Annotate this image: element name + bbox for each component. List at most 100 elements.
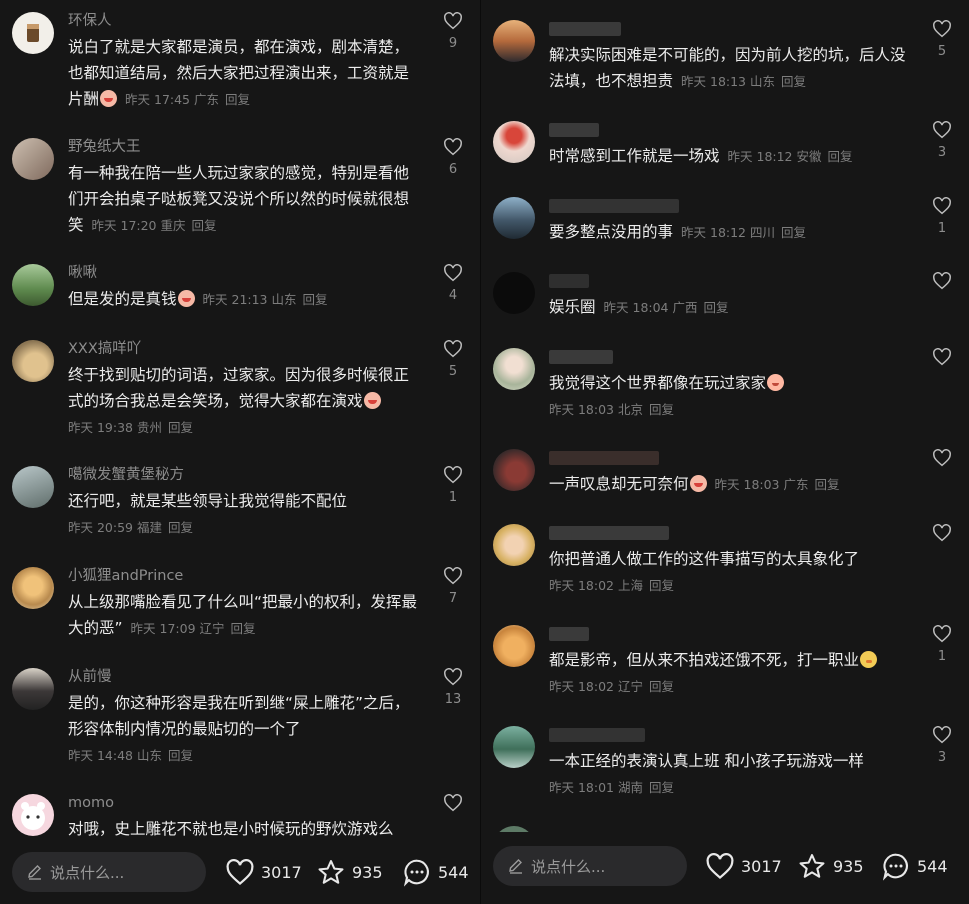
reply-link[interactable]: 回复 — [649, 679, 674, 694]
reply-link[interactable]: 回复 — [168, 420, 193, 435]
avatar[interactable] — [12, 340, 54, 382]
avatar[interactable] — [493, 20, 535, 62]
like-button[interactable]: 5 — [438, 340, 468, 379]
reply-link[interactable]: 回复 — [649, 402, 674, 417]
commenter-name[interactable]: 小狐狸andPrince — [68, 565, 424, 587]
comment-input[interactable]: 说点什么... — [493, 846, 687, 886]
heart-icon — [444, 138, 462, 156]
comment-text: 娱乐圈 昨天 18:04 广西 回复 — [549, 298, 729, 316]
star-icon — [318, 859, 344, 884]
avatar[interactable] — [493, 524, 535, 566]
reply-link[interactable]: 回复 — [781, 225, 806, 240]
like-button[interactable]: 1 — [927, 625, 957, 664]
reply-link[interactable]: 回复 — [168, 520, 193, 535]
like-total-button[interactable]: 3017 — [705, 850, 782, 882]
like-button[interactable]: 6 — [438, 138, 468, 177]
commenter-name-blurred[interactable] — [549, 195, 913, 217]
like-button[interactable]: 7 — [438, 567, 468, 606]
reply-link[interactable]: 回复 — [231, 621, 256, 636]
avatar[interactable] — [12, 794, 54, 836]
commenter-name-blurred[interactable] — [549, 119, 913, 141]
commenter-name[interactable]: XXX搞咩吖 — [68, 338, 424, 360]
like-total-count: 3017 — [261, 862, 302, 882]
reply-link[interactable]: 回复 — [781, 74, 806, 89]
commenter-name-blurred[interactable] — [549, 346, 913, 368]
comment-text: 有一种我在陪一些人玩过家家的感觉，特别是看他们开会拍桌子哒板凳又没说个所以然的时… — [68, 164, 410, 234]
commenter-name-blurred[interactable] — [549, 270, 913, 292]
reply-link[interactable]: 回复 — [168, 748, 193, 763]
face-emoji-icon — [767, 374, 785, 391]
avatar[interactable] — [12, 264, 54, 306]
heart-icon — [706, 852, 734, 879]
commenter-name[interactable]: 从前慢 — [68, 666, 424, 688]
like-button[interactable]: 3 — [927, 726, 957, 765]
comment-total-button[interactable]: 544 — [881, 850, 948, 882]
avatar[interactable] — [493, 625, 535, 667]
comment-text: 我觉得这个世界都像在玩过家家 — [549, 370, 913, 396]
commenter-name[interactable]: 环保人 — [68, 10, 424, 32]
commenter-name-blurred[interactable] — [549, 623, 913, 645]
like-button[interactable] — [927, 524, 957, 542]
avatar[interactable] — [12, 567, 54, 609]
avatar[interactable] — [12, 668, 54, 710]
comment-input-placeholder: 说点什么... — [531, 858, 606, 876]
heart-icon — [444, 340, 462, 358]
avatar[interactable] — [493, 272, 535, 314]
comment-text: 终于找到贴切的词语，过家家。因为很多时候很正式的场合我总是会笑场，觉得大家都在演… — [68, 366, 410, 410]
avatar[interactable] — [493, 726, 535, 768]
pencil-icon — [509, 859, 522, 874]
reply-link[interactable]: 回复 — [649, 578, 674, 593]
commenter-name[interactable]: momo — [68, 792, 424, 814]
heart-icon — [933, 726, 951, 744]
like-total-button[interactable]: 3017 — [225, 856, 302, 888]
like-button[interactable]: 3 — [927, 121, 957, 160]
like-button[interactable]: 1 — [927, 197, 957, 236]
avatar[interactable] — [493, 121, 535, 163]
comment-text: 但是发的是真钱 昨天 21:13 山东 回复 — [68, 290, 328, 308]
like-button[interactable]: 1 — [438, 466, 468, 505]
like-button[interactable] — [927, 272, 957, 290]
commenter-name-blurred[interactable] — [549, 18, 913, 40]
like-button[interactable] — [927, 348, 957, 366]
comment-text: 都是影帝，但从来不拍戏还饿不死，打一职业 — [549, 647, 913, 673]
reply-link[interactable]: 回复 — [649, 780, 674, 795]
reply-link[interactable]: 回复 — [815, 477, 840, 492]
commenter-name-blurred[interactable] — [549, 447, 913, 469]
like-button[interactable]: 9 — [438, 12, 468, 51]
favorite-count: 935 — [833, 856, 864, 876]
comment-total-count: 544 — [438, 862, 469, 882]
avatar[interactable] — [12, 466, 54, 508]
like-count: 5 — [937, 44, 947, 59]
comment-meta: 昨天 20:59 福建 回复 — [68, 520, 194, 535]
reply-link[interactable]: 回复 — [828, 149, 853, 164]
like-button[interactable] — [927, 449, 957, 467]
heart-icon — [933, 625, 951, 643]
like-button[interactable] — [438, 794, 468, 812]
comment-meta: 昨天 17:45 广东 回复 — [125, 92, 251, 107]
comment-panel-right: 解决实际困难是不可能的，因为前人挖的坑，后人没法填，也不想担责 昨天 18:13 … — [481, 0, 969, 904]
like-button[interactable]: 5 — [927, 20, 957, 59]
commenter-name-blurred[interactable] — [549, 522, 913, 544]
crying-emoji-icon — [689, 475, 707, 492]
avatar[interactable] — [12, 12, 54, 54]
avatar[interactable] — [493, 197, 535, 239]
commenter-name[interactable]: 噶微发蟹黄堡秘方 — [68, 464, 424, 486]
like-button[interactable]: 4 — [438, 264, 468, 303]
commenter-name[interactable]: 啾啾 — [68, 262, 424, 284]
avatar[interactable] — [493, 449, 535, 491]
avatar[interactable] — [493, 348, 535, 390]
avatar[interactable] — [12, 138, 54, 180]
commenter-name-blurred[interactable] — [549, 724, 913, 746]
reply-link[interactable]: 回复 — [303, 292, 328, 307]
comment-input[interactable]: 说点什么... — [12, 852, 206, 892]
commenter-name[interactable]: 野兔纸大王 — [68, 136, 424, 158]
reply-link[interactable]: 回复 — [192, 218, 217, 233]
reply-link[interactable]: 回复 — [704, 300, 729, 315]
like-button[interactable]: 13 — [438, 668, 468, 707]
bottom-action-bar: 说点什么... 3017 935 544 — [481, 832, 969, 904]
reply-link[interactable]: 回复 — [225, 92, 250, 107]
favorite-button[interactable]: 935 — [797, 850, 864, 882]
favorite-button[interactable]: 935 — [316, 856, 383, 888]
comment-total-button[interactable]: 544 — [402, 856, 469, 888]
comment-text: 是的，你这种形容是我在听到继“屎上雕花”之后，形容体制内情况的最贴切的一个了 — [68, 694, 410, 738]
